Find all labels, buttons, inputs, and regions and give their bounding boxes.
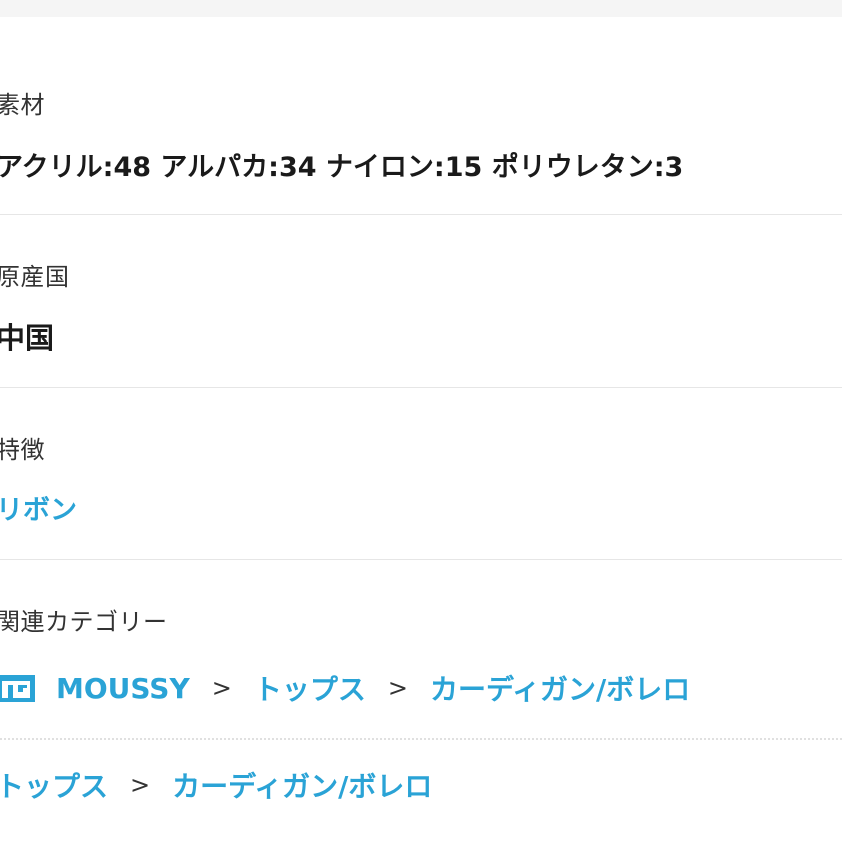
feature-section: 特徴 リボン — [0, 388, 842, 559]
breadcrumb-link-cardigan[interactable]: カーディガン/ボレロ — [172, 765, 432, 805]
breadcrumb-category: トップス > カーディガン/ボレロ — [0, 765, 432, 805]
breadcrumb-link-cardigan[interactable]: カーディガン/ボレロ — [430, 668, 690, 708]
product-details: 素材 アクリル:48 アルパカ:34 ナイロン:15 ポリウレタン:3 原産国 … — [0, 17, 842, 840]
breadcrumb-separator: > — [130, 771, 151, 799]
related-categories-label: 関連カテゴリー — [0, 608, 168, 636]
breadcrumb-link-moussy[interactable]: MOUSSY — [56, 672, 190, 705]
feature-link-ribbon[interactable]: リボン — [0, 488, 77, 527]
origin-label: 原産国 — [0, 263, 70, 291]
breadcrumb-separator: > — [387, 674, 408, 702]
top-bar — [0, 0, 842, 17]
material-section: 素材 アクリル:48 アルパカ:34 ナイロン:15 ポリウレタン:3 — [0, 17, 842, 214]
origin-value: 中国 — [0, 321, 55, 355]
shop-icon — [0, 675, 35, 702]
material-value: アクリル:48 アルパカ:34 ナイロン:15 ポリウレタン:3 — [0, 152, 684, 183]
dotted-divider — [0, 738, 842, 740]
material-label: 素材 — [0, 91, 45, 119]
related-categories-section: 関連カテゴリー MOUSSY > トップス > カーディガン/ボレロ トップス … — [0, 560, 842, 840]
breadcrumb-brand: MOUSSY > トップス > カーディガン/ボレロ — [0, 668, 690, 708]
origin-section: 原産国 中国 — [0, 215, 842, 387]
breadcrumb-separator: > — [211, 674, 232, 702]
feature-label: 特徴 — [0, 436, 45, 464]
breadcrumb-link-tops[interactable]: トップス — [0, 765, 108, 805]
breadcrumb-link-tops[interactable]: トップス — [254, 668, 366, 708]
